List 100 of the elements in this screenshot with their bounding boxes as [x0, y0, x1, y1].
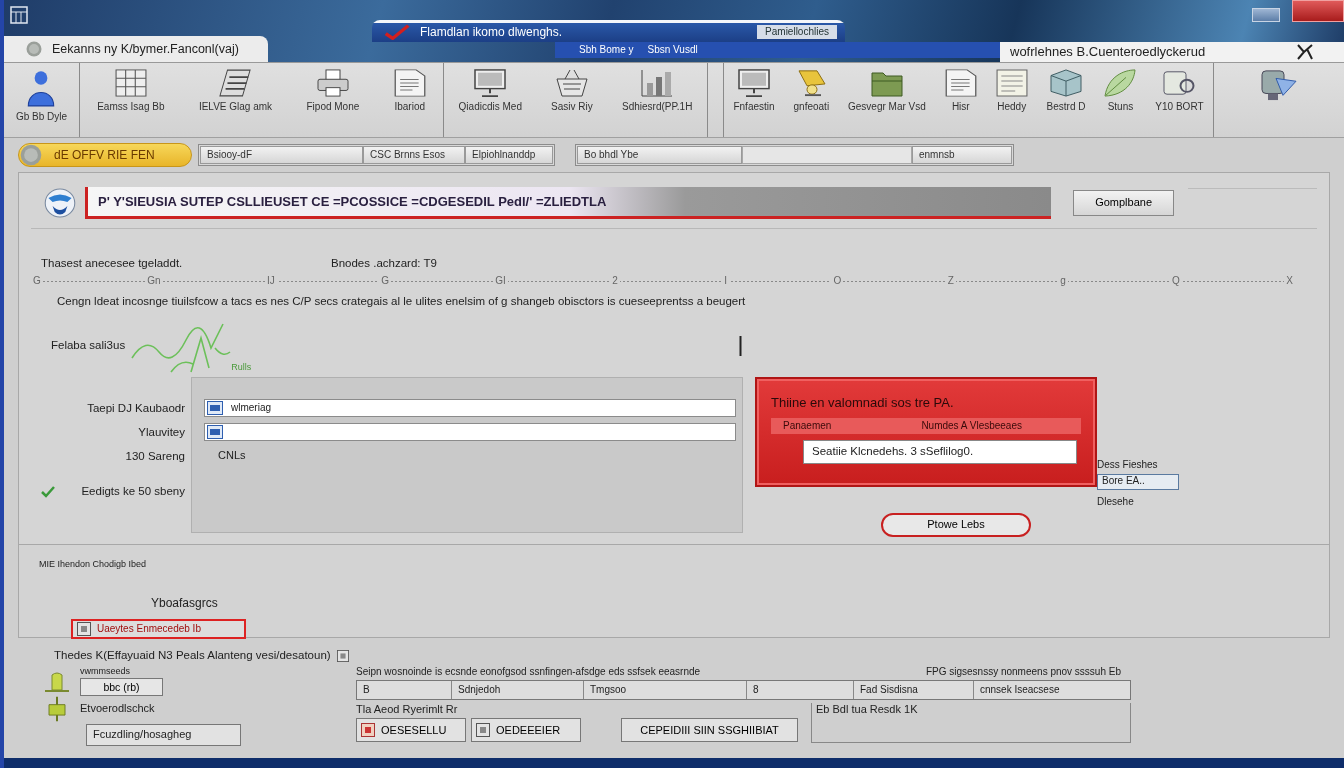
input-field[interactable]: Tmgsoo [584, 681, 747, 699]
input-field[interactable] [204, 422, 736, 441]
input-field[interactable]: wlmeriag [204, 398, 736, 417]
tick-label: G [379, 275, 391, 287]
ribbon-button[interactable]: Qiadicdis Med [458, 69, 522, 112]
input-field[interactable] [742, 146, 912, 164]
ribbon-button[interactable]: gnfeoati [793, 69, 830, 112]
disk-icon [1163, 69, 1196, 97]
ribbon-button[interactable] [1261, 69, 1297, 101]
ribbon-button[interactable]: Heddy [995, 69, 1028, 112]
monitor-icon [738, 69, 770, 97]
sub-heading: vwmmseeds [80, 666, 131, 677]
note-text: Tla Aeod Ryerimlt Rr [356, 703, 458, 717]
small-button[interactable]: bbc (rb) [80, 677, 163, 696]
keyboard-icon [219, 69, 252, 97]
ribbon-button[interactable]: Y10 BORT [1155, 69, 1204, 112]
ribbon-button[interactable]: Gb Bb Dyle [15, 69, 68, 122]
input-field[interactable]: Bo bhdl Ybe [577, 146, 742, 164]
window-title: Flamdlan ikomo dlwenghs. [420, 24, 563, 40]
square-icon [476, 723, 490, 738]
tick-label: 2 [610, 275, 620, 287]
banner-subtitle: Pamiellochlies [757, 25, 837, 39]
input-field[interactable]: enmnsb [912, 146, 1012, 164]
field-label: Eedigts ke 50 sbeny [81, 484, 185, 499]
tick-label: Z [945, 275, 956, 287]
alert-title: Thiine en valomnadi sos tre PA. [771, 394, 955, 411]
toolbar-button[interactable]: CEPEIDIII SIIN SSGHIIBIAT [621, 718, 798, 743]
toolbar-button[interactable]: OESESELLU [356, 718, 466, 743]
marker-icon [44, 669, 70, 692]
input-field[interactable]: 8 [747, 681, 854, 699]
checkbox[interactable] [41, 485, 55, 498]
header-banner: P' Y'SIEUSIA SUTEP CSLLIEUSET CE =PCOSSICE =CDGESEDIL Pedl/' =ZLIEDTLA [85, 187, 1051, 219]
action-button[interactable]: Gomplbane [1073, 190, 1175, 216]
ribbon-button[interactable]: Ibariod [393, 69, 426, 112]
document-icon [393, 69, 426, 97]
panel-title: Yboafasgrcs [151, 596, 218, 611]
tick-label: X [1284, 275, 1295, 287]
ribbon-button[interactable]: Fipod Mone [306, 69, 360, 112]
field-value: CNLs [217, 449, 246, 463]
input-field[interactable]: Bsiooy-dF [200, 146, 363, 164]
tick-label: IJ [264, 275, 277, 287]
address-bar[interactable]: wofrlehnes B.Cuenteroedlyckerud [1000, 42, 1344, 62]
tick-label: g [1058, 275, 1068, 287]
tick-label: O [831, 275, 844, 287]
alert-label: Numdes A Vlesbeeaes [921, 420, 1022, 433]
cross-icon [1296, 44, 1314, 60]
sketch-note: Rulls [231, 362, 252, 373]
ribbon-button[interactable]: Fnfaestin [733, 69, 775, 112]
scale-label: Thasest anecesee tgeladdt. [41, 257, 183, 271]
window-icon [10, 6, 28, 24]
ribbon-button[interactable]: Stuns [1104, 69, 1137, 112]
caption-text: Seipn wosnoinde is ecsnde eonofgsod ssnfingen-afsdge eds ssfsek eeasrnde [356, 666, 701, 679]
folder-icon [870, 69, 903, 97]
ribbon-button[interactable]: Sasiv Riy [551, 69, 593, 112]
basket-icon [555, 69, 588, 97]
ribbon-button[interactable]: Gesvegr Mar Vsd [848, 69, 926, 112]
tab[interactable]: Sbsn Vusdl [647, 44, 698, 56]
document-icon [944, 69, 977, 97]
tab[interactable]: Eekanns ny K/bymer.Fanconl(vaj) [4, 36, 268, 62]
chart-icon [641, 69, 674, 97]
input-field[interactable]: Seatiie Klcnedehs. 3 sSeflilog0. [803, 440, 1077, 465]
input-field[interactable]: Elpiohlnanddp [465, 146, 553, 164]
action-button[interactable]: Ptowe Lebs [881, 512, 1031, 537]
ribbon-button[interactable]: IELVE Glag amk [198, 69, 273, 112]
input-field[interactable]: Sdnjedoh [452, 681, 584, 699]
input-field[interactable]: B [357, 681, 452, 699]
ribbon-button[interactable]: Eamss Isag Bb [97, 69, 165, 112]
tick-label: G [31, 275, 43, 287]
ribbon-button[interactable]: Sdhiesrd(PP.1H [621, 69, 693, 112]
ribbon-button[interactable]: Hisr [944, 69, 977, 112]
monitor-icon [474, 69, 507, 97]
field-label: Taepi DJ Kaubaodr [87, 401, 185, 416]
ribbon-button[interactable]: Bestrd D [1046, 69, 1086, 112]
input-field[interactable]: Fcuzdling/hosagheg [86, 723, 241, 746]
cabinet-icon [114, 69, 147, 97]
status-text: Eb Bdl tua Resdk 1K [816, 703, 918, 717]
tab[interactable]: Sbh Bome y [579, 44, 634, 56]
filter-button[interactable]: dE OFFV RIE FEN [18, 143, 192, 167]
disc-icon [20, 144, 42, 166]
alert-label: Panaemen [783, 420, 832, 433]
tick-label: GI [493, 275, 508, 287]
field-label: Dess Fieshes [1097, 458, 1159, 471]
description-text: Cengn ldeat incosnge tiuilsfcow a tacs es nes C/P secs crategais al le ulites enelsim of g shangeb obisctors is cueseeprentss a beugert [57, 295, 747, 309]
input-field[interactable]: Bore EA.. [1097, 473, 1179, 490]
field-label: Ylauvitey [138, 425, 185, 440]
leaf-icon [1104, 69, 1137, 97]
caption-text: FPG sigsesnssy nonmeens pnov ssssuh Eb [925, 666, 1121, 679]
input-field[interactable]: cnnsek Iseacsese [974, 681, 1130, 699]
input-field[interactable]: Uaeytes Enmecedeb Ib [71, 618, 246, 639]
input-field[interactable]: Fad Sisdisna [854, 681, 974, 699]
lamp-icon [795, 69, 828, 97]
window-icon [207, 400, 223, 415]
toolbar-button[interactable]: OEDEEEIER [471, 718, 581, 743]
close-button[interactable] [1292, 0, 1344, 22]
minimize-button[interactable] [1252, 8, 1280, 22]
field-label: 130 Sareng [125, 449, 185, 464]
field-label: Etvoerodlschck [80, 702, 155, 716]
tick-label: Q [1170, 275, 1182, 287]
input-field[interactable]: CSC Brnns Esos [363, 146, 465, 164]
list-icon [995, 69, 1028, 97]
